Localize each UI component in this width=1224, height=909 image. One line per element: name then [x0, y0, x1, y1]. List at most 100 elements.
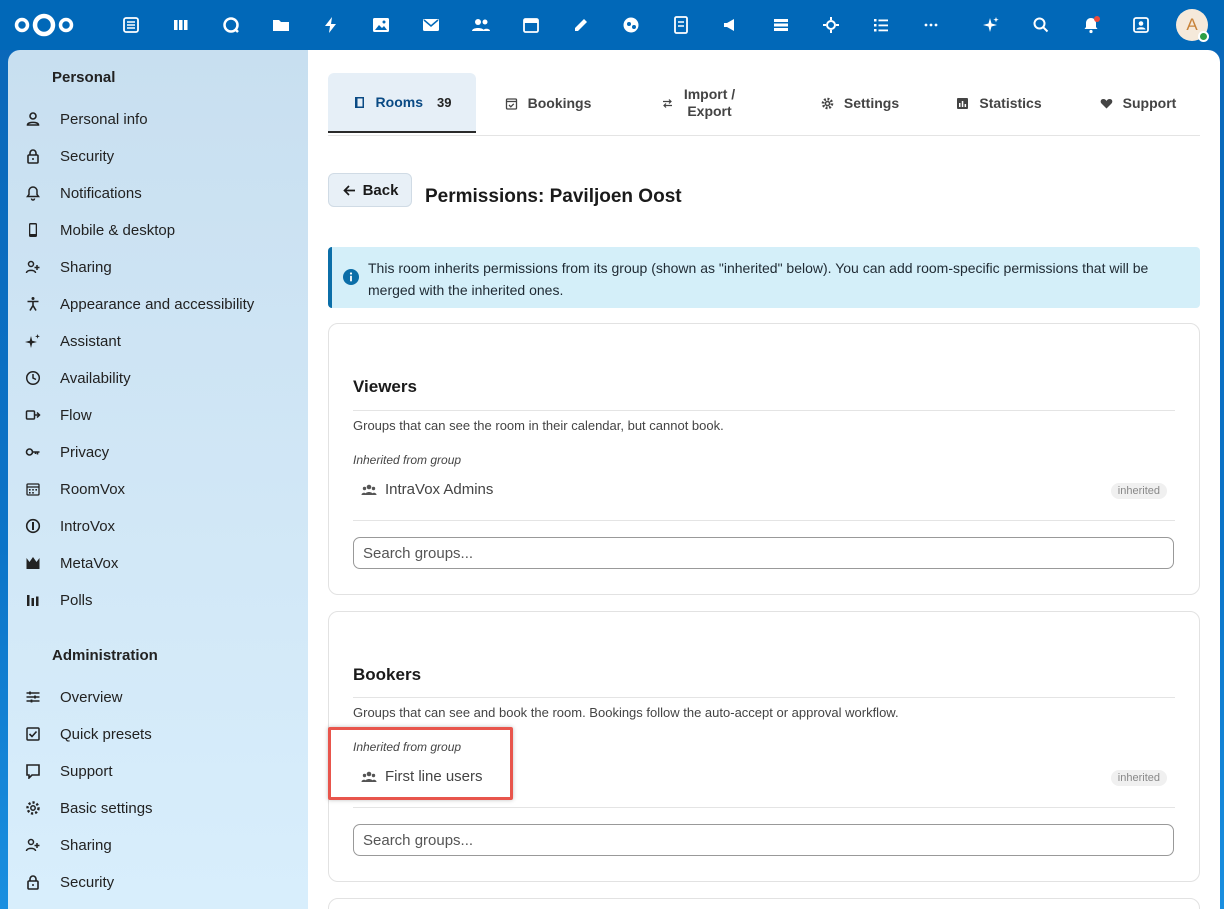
sidebar-item-flow[interactable]: Flow [16, 398, 300, 432]
sidebar-item-security[interactable]: Security [16, 139, 300, 173]
search-icon[interactable] [1016, 0, 1066, 50]
gear-icon [24, 799, 42, 817]
deck-icon[interactable] [156, 0, 206, 50]
share-icon [24, 836, 42, 854]
sidebar-item-label: Security [60, 873, 115, 891]
gear-icon [821, 97, 834, 109]
tab-label-line2: Export [687, 103, 732, 119]
tab-support[interactable]: Support [1088, 73, 1188, 133]
tab-label-wrap: Import / Export [684, 86, 735, 120]
photos-icon[interactable] [356, 0, 406, 50]
user-avatar[interactable]: A [1176, 9, 1209, 42]
notification-dot [1094, 16, 1100, 22]
rooms-count-badge: 39 [436, 94, 452, 110]
sidebar-item-introvox[interactable]: IntroVox [16, 509, 300, 543]
tab-label: Statistics [979, 95, 1042, 111]
inherited-group-row: IntraVox Admins [361, 481, 493, 498]
notes-icon[interactable] [556, 0, 606, 50]
metavox-icon [24, 554, 42, 572]
sidebar-item-label: Flow [60, 406, 92, 424]
sidebar-item-personal-info[interactable]: Personal info [16, 102, 300, 136]
group-icon [361, 484, 377, 495]
key-icon [24, 443, 42, 461]
sidebar-item-mobile-desktop[interactable]: Mobile & desktop [16, 213, 300, 247]
sidebar-item-label: Availability [60, 369, 131, 387]
sidebar-item-polls[interactable]: Polls [16, 583, 300, 617]
inherited-badge: inherited [1110, 770, 1167, 786]
sidebar-item-admin-sharing[interactable]: Sharing [16, 828, 300, 862]
tab-rooms[interactable]: Rooms 39 [328, 73, 476, 133]
lock-icon [24, 147, 42, 165]
tables-icon[interactable] [756, 0, 806, 50]
sidebar-item-basic-settings[interactable]: Basic settings [16, 791, 300, 825]
tab-label: Settings [843, 95, 900, 111]
sidebar-item-availability[interactable]: Availability [16, 361, 300, 395]
sidebar-item-notifications[interactable]: Notifications [16, 176, 300, 210]
back-button[interactable]: Back [328, 173, 412, 207]
sidebar-item-quick-presets[interactable]: Quick presets [16, 717, 300, 751]
sidebar-item-support[interactable]: Support [16, 754, 300, 788]
tab-statistics[interactable]: Statistics [944, 73, 1054, 133]
tab-label-line1: Import / [683, 86, 736, 102]
app-menu [106, 0, 956, 50]
calendar-icon[interactable] [506, 0, 556, 50]
tab-bookings[interactable]: Bookings [488, 73, 608, 133]
tasks-icon[interactable] [856, 0, 906, 50]
tab-label: Bookings [527, 95, 592, 111]
sidebar-item-appearance[interactable]: Appearance and accessibility [16, 287, 300, 321]
bookers-search-input[interactable] [353, 824, 1174, 856]
sidebar-item-roomvox[interactable]: RoomVox [16, 472, 300, 506]
roomvox-icon [24, 480, 42, 498]
contacts-menu-icon[interactable] [1116, 0, 1166, 50]
sidebar-item-label: Polls [60, 591, 93, 609]
annotation-highlight-box [328, 727, 513, 800]
circles-icon[interactable] [606, 0, 656, 50]
settings-sidebar: Personal Personal info Security Notifica… [8, 50, 308, 909]
sidebar-item-label: Basic settings [60, 799, 153, 817]
inherited-badge: inherited [1110, 483, 1167, 499]
sidebar-item-overview[interactable]: Overview [16, 680, 300, 714]
inherited-from-group-label: Inherited from group [353, 453, 462, 467]
contacts-icon[interactable] [456, 0, 506, 50]
top-bar: A [0, 0, 1224, 50]
talk-icon[interactable] [206, 0, 256, 50]
sidebar-item-label: Support [60, 762, 113, 780]
files-icon[interactable] [256, 0, 306, 50]
chart-bar-icon [957, 97, 969, 109]
calendar-check-icon [505, 97, 517, 110]
sidebar-item-privacy[interactable]: Privacy [16, 435, 300, 469]
bookers-description: Groups that can see and book the room. B… [353, 705, 899, 720]
accessibility-icon [24, 295, 42, 313]
arrow-left-icon [342, 184, 355, 196]
sidebar-item-admin-security[interactable]: Security [16, 865, 300, 899]
sidebar-item-label: Quick presets [60, 725, 152, 743]
announcements-icon[interactable] [706, 0, 756, 50]
heart-icon [1100, 98, 1113, 108]
tab-settings[interactable]: Settings [808, 73, 912, 133]
sidebar-item-metavox[interactable]: MetaVox [16, 546, 300, 580]
introvox-icon [24, 517, 42, 535]
tab-label: Rooms [375, 94, 423, 110]
forms-icon[interactable] [656, 0, 706, 50]
viewers-search-input[interactable] [353, 537, 1174, 569]
notifications-bell-icon[interactable] [1066, 0, 1116, 50]
sidebar-item-assistant[interactable]: Assistant [16, 324, 300, 358]
mail-icon[interactable] [406, 0, 456, 50]
personal-heading: Personal [52, 69, 116, 86]
nextcloud-logo-icon[interactable] [13, 12, 75, 38]
assistant-sparkle-icon[interactable] [966, 0, 1016, 50]
administration-heading: Administration [52, 647, 158, 664]
presets-icon [24, 725, 42, 743]
dashboard-icon[interactable] [106, 0, 156, 50]
sidebar-item-label: RoomVox [60, 480, 126, 498]
more-apps-icon[interactable] [906, 0, 956, 50]
activity-icon[interactable] [306, 0, 356, 50]
collectives-icon[interactable] [806, 0, 856, 50]
next-card [328, 898, 1200, 909]
sidebar-item-label: Mobile & desktop [60, 221, 176, 239]
sidebar-item-sharing[interactable]: Sharing [16, 250, 300, 284]
sidebar-item-label: Assistant [60, 332, 121, 350]
viewers-title: Viewers [353, 377, 417, 396]
tab-import-export[interactable]: Import / Export [628, 73, 768, 133]
sidebar-item-label: Notifications [60, 184, 142, 202]
